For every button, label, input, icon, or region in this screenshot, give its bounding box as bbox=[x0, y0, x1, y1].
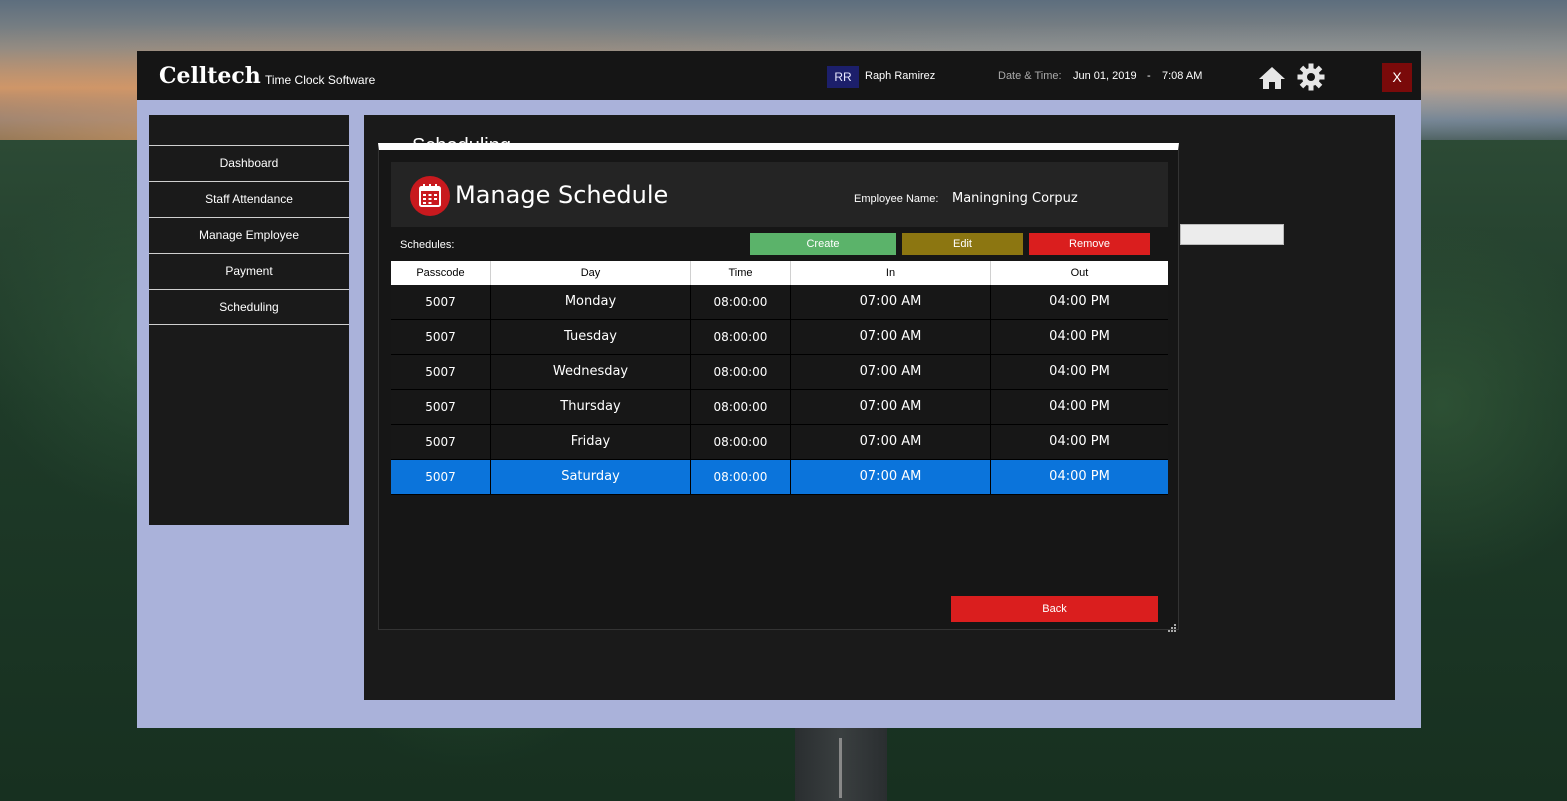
employee-name-label: Employee Name: bbox=[854, 193, 939, 205]
cell-time: 08:00:00 bbox=[691, 425, 791, 459]
manage-schedule-dialog: Manage Schedule Employee Name: Maningnin… bbox=[378, 143, 1179, 632]
close-button[interactable]: X bbox=[1382, 63, 1412, 92]
cell-in: 07:00 AM bbox=[791, 355, 991, 389]
cell-passcode: 5007 bbox=[391, 425, 491, 459]
dialog-title: Manage Schedule bbox=[455, 181, 669, 209]
sidebar-item-dashboard[interactable]: Dashboard bbox=[149, 145, 349, 180]
cell-time: 08:00:00 bbox=[691, 285, 791, 319]
table-row[interactable]: 5007 Wednesday 08:00:00 07:00 AM 04:00 P… bbox=[391, 355, 1168, 390]
column-header-day[interactable]: Day bbox=[491, 261, 691, 285]
cell-out: 04:00 PM bbox=[1049, 294, 1110, 309]
cell-passcode: 5007 bbox=[391, 285, 491, 319]
home-icon[interactable] bbox=[1258, 65, 1286, 91]
sidebar-item-payment[interactable]: Payment bbox=[149, 253, 349, 288]
edit-button[interactable]: Edit bbox=[902, 233, 1023, 255]
calendar-icon bbox=[410, 176, 450, 216]
gear-icon[interactable] bbox=[1297, 63, 1325, 91]
table-header: Passcode Day Time In Out bbox=[391, 261, 1168, 285]
search-input[interactable] bbox=[1180, 224, 1284, 245]
sidebar: Dashboard Staff Attendance Manage Employ… bbox=[149, 115, 349, 525]
cell-out: 04:00 PM bbox=[1049, 399, 1110, 414]
cell-time: 08:00:00 bbox=[691, 320, 791, 354]
employee-name-value: Maningning Corpuz bbox=[952, 191, 1078, 206]
table-row[interactable]: 5007 Friday 08:00:00 07:00 AM 04:00 PM bbox=[391, 425, 1168, 460]
cell-passcode: 5007 bbox=[391, 460, 491, 494]
background-road bbox=[795, 728, 887, 801]
cell-out: 04:00 PM bbox=[1049, 329, 1110, 344]
sidebar-item-scheduling[interactable]: Scheduling bbox=[149, 289, 349, 324]
cell-passcode: 5007 bbox=[391, 320, 491, 354]
datetime-label: Date & Time: bbox=[998, 70, 1062, 82]
sidebar-item-manage-employee[interactable]: Manage Employee bbox=[149, 217, 349, 252]
brand-logo: Celltech bbox=[159, 63, 261, 89]
user-name: Raph Ramirez bbox=[865, 70, 936, 82]
user-avatar[interactable]: RR bbox=[827, 66, 859, 88]
current-time: 7:08 AM bbox=[1162, 70, 1203, 82]
column-header-passcode[interactable]: Passcode bbox=[391, 261, 491, 285]
cell-passcode: 5007 bbox=[391, 390, 491, 424]
dialog-header: Manage Schedule Employee Name: Maningnin… bbox=[391, 162, 1168, 227]
cell-day: Wednesday bbox=[491, 355, 691, 389]
cell-in: 07:00 AM bbox=[791, 460, 991, 494]
cell-in: 07:00 AM bbox=[791, 285, 991, 319]
create-button[interactable]: Create bbox=[750, 233, 896, 255]
datetime-separator: - bbox=[1147, 70, 1151, 82]
cell-passcode: 5007 bbox=[391, 355, 491, 389]
back-button[interactable]: Back bbox=[951, 596, 1158, 622]
top-bar: Celltech Time Clock Software RR Raph Ram… bbox=[137, 51, 1421, 100]
cell-day: Monday bbox=[491, 285, 691, 319]
cell-day: Thursday bbox=[491, 390, 691, 424]
cell-day: Tuesday bbox=[491, 320, 691, 354]
cell-in: 07:00 AM bbox=[791, 390, 991, 424]
cell-time: 08:00:00 bbox=[691, 355, 791, 389]
cell-time: 08:00:00 bbox=[691, 390, 791, 424]
cell-out: 04:00 PM bbox=[1049, 364, 1110, 379]
schedules-label: Schedules: bbox=[400, 239, 455, 251]
column-header-in[interactable]: In bbox=[791, 261, 991, 285]
current-date: Jun 01, 2019 bbox=[1073, 70, 1137, 82]
table-row[interactable]: 5007 Monday 08:00:00 07:00 AM 04:00 PM bbox=[391, 285, 1168, 320]
column-header-time[interactable]: Time bbox=[691, 261, 791, 285]
brand-subtitle: Time Clock Software bbox=[265, 73, 376, 87]
table-row-selected[interactable]: 5007 Saturday 08:00:00 07:00 AM 04:00 PM bbox=[391, 460, 1168, 495]
sidebar-divider bbox=[149, 324, 349, 325]
cell-out: 04:00 PM bbox=[1049, 434, 1110, 449]
cell-time: 08:00:00 bbox=[691, 460, 791, 494]
column-header-out[interactable]: Out bbox=[991, 261, 1168, 285]
resize-grip-icon[interactable] bbox=[1168, 619, 1176, 632]
cell-in: 07:00 AM bbox=[791, 320, 991, 354]
cell-in: 07:00 AM bbox=[791, 425, 991, 459]
sidebar-item-staff-attendance[interactable]: Staff Attendance bbox=[149, 181, 349, 216]
table-row[interactable]: 5007 Tuesday 08:00:00 07:00 AM 04:00 PM bbox=[391, 320, 1168, 355]
schedule-table: Passcode Day Time In Out 5007 Monday 08:… bbox=[391, 261, 1168, 495]
cell-day: Friday bbox=[491, 425, 691, 459]
table-row[interactable]: 5007 Thursday 08:00:00 07:00 AM 04:00 PM bbox=[391, 390, 1168, 425]
cell-out: 04:00 PM bbox=[1049, 469, 1110, 484]
remove-button[interactable]: Remove bbox=[1029, 233, 1150, 255]
cell-day: Saturday bbox=[491, 460, 691, 494]
